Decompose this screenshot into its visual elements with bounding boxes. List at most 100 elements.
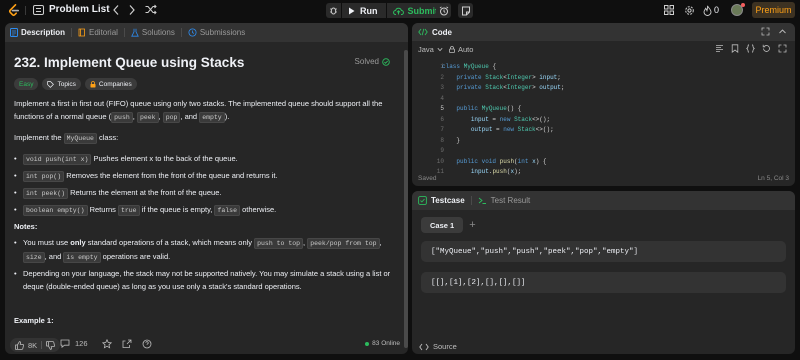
problem-list-icon[interactable] [33, 5, 44, 15]
code-title: Code [418, 28, 452, 37]
note-item: Depending on your language, the stack ma… [14, 268, 394, 293]
language-select[interactable]: Java [418, 45, 443, 54]
testcase-input-args[interactable]: [[],[1],[2],[],[],[]] [421, 272, 786, 293]
line-number: 9 [440, 147, 444, 154]
topics-chip[interactable]: Topics [42, 78, 81, 90]
shuffle-icon[interactable] [145, 4, 157, 15]
timer-icon[interactable] [436, 3, 451, 18]
method-item: int pop() Removes the element from the f… [14, 170, 394, 184]
run-button[interactable]: Run [342, 3, 386, 18]
notes-heading: Notes: [14, 222, 38, 231]
editor-status-bar: Saved Ln 5, Col 3 [412, 172, 795, 186]
tab-label: Submissions [199, 28, 246, 37]
checkbox-icon [418, 196, 427, 205]
problem-title[interactable]: 232. Implement Queue using Stacks [14, 55, 244, 70]
saved-status: Saved [418, 175, 437, 182]
description-footer: 8K 126 83 Online [5, 336, 408, 354]
chip-label: Companies [98, 80, 132, 88]
mode-label: Auto [458, 45, 474, 54]
check-circle-icon [382, 57, 390, 66]
code-line: public void push(int x) { [456, 157, 547, 165]
fullscreen-icon[interactable] [778, 44, 787, 53]
testcase-input-ops[interactable]: ["MyQueue","push","push","peek","pop","e… [421, 241, 786, 262]
code-title-label: Code [432, 27, 452, 37]
premium-button[interactable]: Premium [752, 2, 795, 18]
code-line: } [442, 136, 461, 144]
companies-chip[interactable]: Companies [84, 78, 137, 90]
code-editor[interactable]: 1 2 3 4 5 6 7 8 9 10 11 class MyQueue { … [412, 61, 795, 186]
inline-code: true [117, 205, 140, 216]
code-line: input = new Stack<>(); [470, 115, 551, 123]
tab-editorial[interactable]: Editorial [78, 28, 124, 37]
next-problem-icon[interactable] [128, 4, 136, 16]
code-line: private Stack<Integer> input; [456, 73, 561, 81]
tab-label: Solutions [141, 28, 175, 37]
solved-status: Solved [355, 57, 390, 66]
reset-icon[interactable] [762, 44, 771, 53]
notes-icon[interactable] [458, 3, 473, 18]
format-icon[interactable] [715, 44, 724, 53]
editor-tools [715, 44, 787, 53]
inline-code: false [214, 205, 240, 216]
implement-line: Implement the MyQueue class: [14, 132, 396, 146]
inline-code: boolean empty() [23, 205, 88, 216]
scrollbar[interactable] [404, 50, 408, 348]
problem-tags: Easy Topics Companies [14, 78, 137, 90]
braces-icon[interactable] [746, 44, 755, 53]
top-navbar: Problem List Run Submit 0 Premium [0, 0, 800, 21]
add-case-button[interactable]: + [469, 219, 475, 231]
text: if the queue is empty, [139, 205, 215, 214]
star-icon[interactable] [102, 339, 112, 349]
fire-icon[interactable] [703, 5, 712, 16]
layout-grid-icon[interactable] [664, 5, 674, 15]
text: ). [224, 111, 230, 121]
comments-button[interactable]: 126 [60, 339, 88, 348]
previous-problem-icon[interactable] [112, 4, 120, 16]
leetcode-logo-icon[interactable] [8, 4, 20, 17]
help-icon[interactable] [142, 339, 152, 349]
like-count: 8K [28, 340, 38, 350]
code-line: public MyQueue() { [456, 105, 522, 112]
description-tabs: Description Editorial Solutions Submissi… [5, 23, 408, 42]
tab-submissions[interactable]: Submissions [188, 28, 251, 37]
source-label: Source [433, 342, 457, 351]
submit-label: Submit [407, 5, 439, 16]
tab-label: Testcase [431, 196, 465, 205]
case-selector: Case 1 + [421, 217, 476, 233]
chevron-up-icon[interactable] [778, 27, 787, 36]
source-button[interactable]: Source [419, 342, 457, 351]
code-line: output = new Stack<>(); [470, 126, 554, 133]
tab-solutions[interactable]: Solutions [131, 28, 181, 37]
share-icon[interactable] [122, 339, 132, 349]
comment-count: 126 [75, 339, 88, 348]
thumbs-up-icon[interactable] [15, 340, 24, 350]
text: Returns [87, 205, 118, 214]
maximize-icon[interactable] [761, 27, 770, 36]
example-heading: Example 1: [14, 316, 54, 325]
tab-description[interactable]: Description [10, 28, 71, 37]
method-item: void push(int x) Pushes element x to the… [14, 153, 394, 167]
book-icon [78, 28, 86, 37]
inline-code: pop [162, 111, 181, 123]
bookmark-icon[interactable] [731, 44, 739, 53]
flask-icon [131, 28, 139, 37]
inline-code: push [111, 111, 133, 123]
run-submit-group: Run Submit [326, 3, 445, 18]
problem-list-link[interactable]: Problem List [49, 4, 110, 15]
code-header: Code [412, 23, 795, 41]
thumbs-down-icon[interactable] [46, 340, 56, 350]
text: You must use [23, 238, 71, 247]
run-label: Run [360, 5, 378, 16]
tab-test-result[interactable]: Test Result [478, 196, 530, 205]
gear-icon[interactable] [684, 5, 695, 16]
text: Depending on your language, the stack ma… [23, 269, 391, 291]
debug-icon[interactable] [326, 3, 341, 18]
online-dot [365, 341, 370, 346]
tab-testcase[interactable]: Testcase [418, 196, 465, 205]
notification-dot [741, 3, 745, 7]
problem-intro: Implement a first in first out (FIFO) qu… [14, 98, 396, 124]
case-1-button[interactable]: Case 1 [421, 217, 464, 233]
text: otherwise. [239, 205, 277, 214]
auto-mode[interactable]: Auto [449, 45, 473, 54]
inline-code: push to top [254, 238, 304, 249]
